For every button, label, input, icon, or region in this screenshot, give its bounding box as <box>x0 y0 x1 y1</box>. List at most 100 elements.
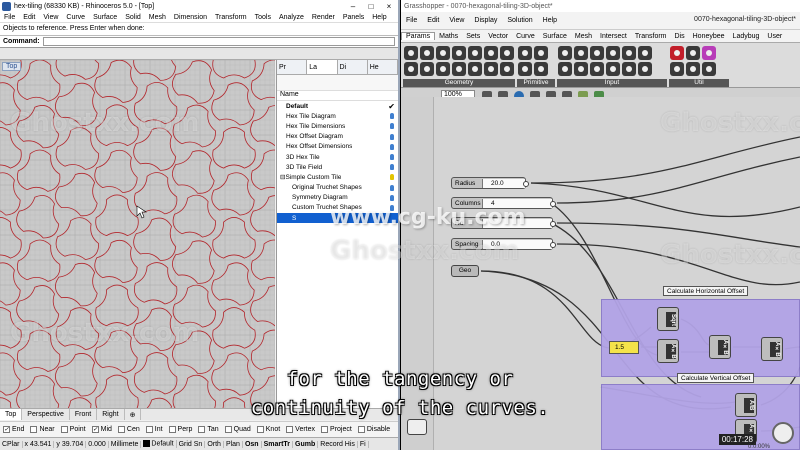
matrix-icon[interactable] <box>590 62 604 76</box>
image-icon[interactable] <box>606 62 620 76</box>
tile-curve[interactable] <box>55 217 99 261</box>
gh-tab-params[interactable]: Params <box>401 32 436 40</box>
layer-row[interactable]: Symmetry Diagram <box>277 193 398 203</box>
osnap-int[interactable]: Int <box>145 426 163 433</box>
checkbox[interactable]: ✓ <box>3 426 10 433</box>
osnap-tan[interactable]: Tan <box>198 426 219 433</box>
menu-tools[interactable]: Tools <box>251 14 275 21</box>
button-icon[interactable] <box>590 46 604 60</box>
toggle-icon[interactable] <box>574 46 588 60</box>
osnap-perp[interactable]: Perp <box>168 426 192 433</box>
sketch-tool-icon[interactable] <box>407 419 427 435</box>
param-icon[interactable] <box>518 46 532 60</box>
tile-curve[interactable] <box>212 307 256 349</box>
tile-curve[interactable] <box>94 149 138 194</box>
checkbox[interactable] <box>321 426 329 433</box>
tile-curve[interactable] <box>16 195 60 239</box>
tile-curve[interactable] <box>16 105 60 149</box>
osnap-disable[interactable]: Disable <box>357 426 390 433</box>
lightbulb-icon[interactable] <box>390 143 394 150</box>
param-icon[interactable] <box>500 46 514 60</box>
menu-surface[interactable]: Surface <box>89 14 121 21</box>
param-icon[interactable] <box>452 46 466 60</box>
tile-curve[interactable] <box>172 150 215 194</box>
menu-edit[interactable]: Edit <box>19 14 39 21</box>
current-layer-check-icon[interactable]: ✔ <box>388 102 395 111</box>
tile-curve[interactable] <box>172 240 215 284</box>
gradient-icon[interactable] <box>558 62 572 76</box>
minimize-icon[interactable]: – <box>344 2 362 11</box>
tile-curve[interactable] <box>55 127 99 170</box>
layer-row[interactable]: Hex Tile Diagram <box>277 111 398 121</box>
checkbox[interactable] <box>198 426 206 433</box>
color-swatch-icon[interactable] <box>606 46 620 60</box>
osnap-vertex[interactable]: Vertex <box>286 426 315 433</box>
checkbox[interactable] <box>145 426 153 433</box>
lightbulb-icon[interactable] <box>390 184 394 191</box>
osnap-knot[interactable]: Knot <box>256 426 280 433</box>
lightbulb-icon[interactable] <box>390 153 394 160</box>
param-icon[interactable] <box>534 46 548 60</box>
gh-tab-transform[interactable]: Transform <box>631 33 671 40</box>
multiply-node[interactable]: A×B <box>657 339 679 363</box>
tile-curve[interactable] <box>172 104 216 148</box>
param-icon[interactable] <box>534 62 548 76</box>
checkbox[interactable] <box>117 426 125 433</box>
osnap-project[interactable]: Project <box>321 426 352 433</box>
tile-curve[interactable] <box>55 307 99 351</box>
slider-rows-value[interactable] <box>482 218 552 228</box>
tile-curve[interactable] <box>55 262 98 307</box>
param-icon[interactable] <box>436 62 450 76</box>
layer-row[interactable]: Default ✔ <box>277 101 398 111</box>
menu-mesh[interactable]: Mesh <box>145 14 170 21</box>
lightbulb-icon[interactable] <box>390 204 394 211</box>
tile-curve[interactable] <box>16 285 60 329</box>
slider-rows[interactable]: Ro <box>451 217 556 229</box>
status-gumball[interactable]: Gumb <box>293 440 319 448</box>
menu-view[interactable]: View <box>39 14 62 21</box>
fitness-icon[interactable] <box>686 62 700 76</box>
layer-row[interactable]: 3D Tile Field <box>277 162 398 172</box>
tile-curve[interactable] <box>212 60 256 79</box>
gh-tab-curve[interactable]: Curve <box>512 33 539 40</box>
osnap-cen[interactable]: Cen <box>117 426 140 433</box>
layer-row[interactable]: S <box>277 213 398 224</box>
top-viewport[interactable]: Top <box>0 60 275 408</box>
wire[interactable] <box>556 243 800 286</box>
layer-row[interactable]: Custom Truchet Shapes <box>277 203 398 213</box>
param-icon[interactable] <box>468 46 482 60</box>
lightbulb-icon[interactable] <box>390 123 394 130</box>
gh-menu-help[interactable]: Help <box>538 17 562 24</box>
data-dam-icon[interactable] <box>670 62 684 76</box>
gh-tab-intersect[interactable]: Intersect <box>596 33 631 40</box>
status-grid-snap[interactable]: Grid Sn <box>177 440 206 448</box>
checkbox[interactable] <box>60 426 68 433</box>
tile-curve[interactable] <box>172 284 216 328</box>
tile-curve[interactable] <box>94 239 138 284</box>
checkbox[interactable] <box>286 426 294 433</box>
value-list-icon[interactable] <box>638 46 652 60</box>
gh-tab-sets[interactable]: Sets <box>462 33 484 40</box>
param-icon[interactable] <box>484 62 498 76</box>
status-record-history[interactable]: Record His <box>318 440 358 448</box>
layer-row[interactable]: Hex Tile Dimensions <box>277 121 398 131</box>
status-layer[interactable]: Default <box>141 440 177 448</box>
galapagos-icon[interactable] <box>702 62 716 76</box>
output-port[interactable] <box>550 221 556 227</box>
menu-help[interactable]: Help <box>368 14 390 21</box>
lightbulb-icon[interactable] <box>390 194 394 201</box>
tile-curve[interactable] <box>55 82 98 127</box>
output-port[interactable] <box>523 181 529 187</box>
slider-columns[interactable]: Columns 4 <box>451 197 556 209</box>
gh-tab-honeybee[interactable]: Honeybee <box>689 33 729 40</box>
command-input[interactable] <box>42 37 395 46</box>
osnap-point[interactable]: Point <box>60 426 86 433</box>
status-planar[interactable]: Plan <box>224 440 243 448</box>
knob-icon[interactable] <box>574 62 588 76</box>
sqrt-node[interactable]: Sqrt <box>657 307 679 331</box>
wire[interactable] <box>556 222 800 248</box>
status-osnap[interactable]: Osn <box>243 440 262 448</box>
param-icon[interactable] <box>518 62 532 76</box>
gh-tab-surface[interactable]: Surface <box>539 33 571 40</box>
status-smarttrack[interactable]: SmartTr <box>262 440 294 448</box>
